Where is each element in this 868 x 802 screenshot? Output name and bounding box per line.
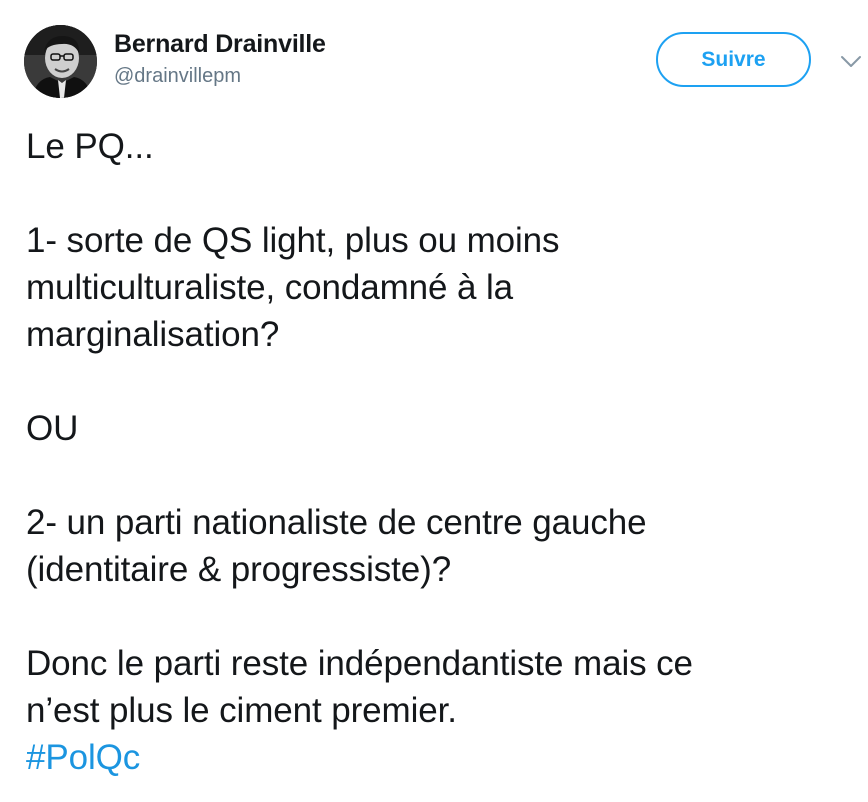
tweet-text: Le PQ... 1- sorte de QS light, plus ou m… (26, 123, 856, 781)
tweet-line: 1- sorte de QS light, plus ou moins (26, 221, 560, 260)
author-handle[interactable]: @drainvillepm (114, 65, 241, 88)
chevron-down-icon[interactable] (840, 55, 862, 69)
author-name[interactable]: Bernard Drainville (114, 30, 326, 59)
tweet-line: OU (26, 409, 79, 448)
avatar[interactable] (24, 25, 97, 98)
tweet-line: (identitaire & progressiste)? (26, 550, 452, 589)
tweet-line: Donc le parti reste indépendantiste mais… (26, 644, 693, 683)
avatar-photo (24, 25, 97, 98)
tweet-line: 2- un parti nationaliste de centre gauch… (26, 503, 647, 542)
tweet-card: Bernard Drainville @drainvillepm Suivre … (0, 0, 868, 802)
tweet-line: marginalisation? (26, 315, 280, 354)
hashtag-link[interactable]: #PolQc (26, 738, 140, 777)
tweet-line: multiculturaliste, condamné à la (26, 268, 514, 307)
tweet-line: n’est plus le ciment premier. (26, 691, 457, 730)
follow-button[interactable]: Suivre (656, 32, 811, 87)
tweet-line: Le PQ... (26, 127, 154, 166)
